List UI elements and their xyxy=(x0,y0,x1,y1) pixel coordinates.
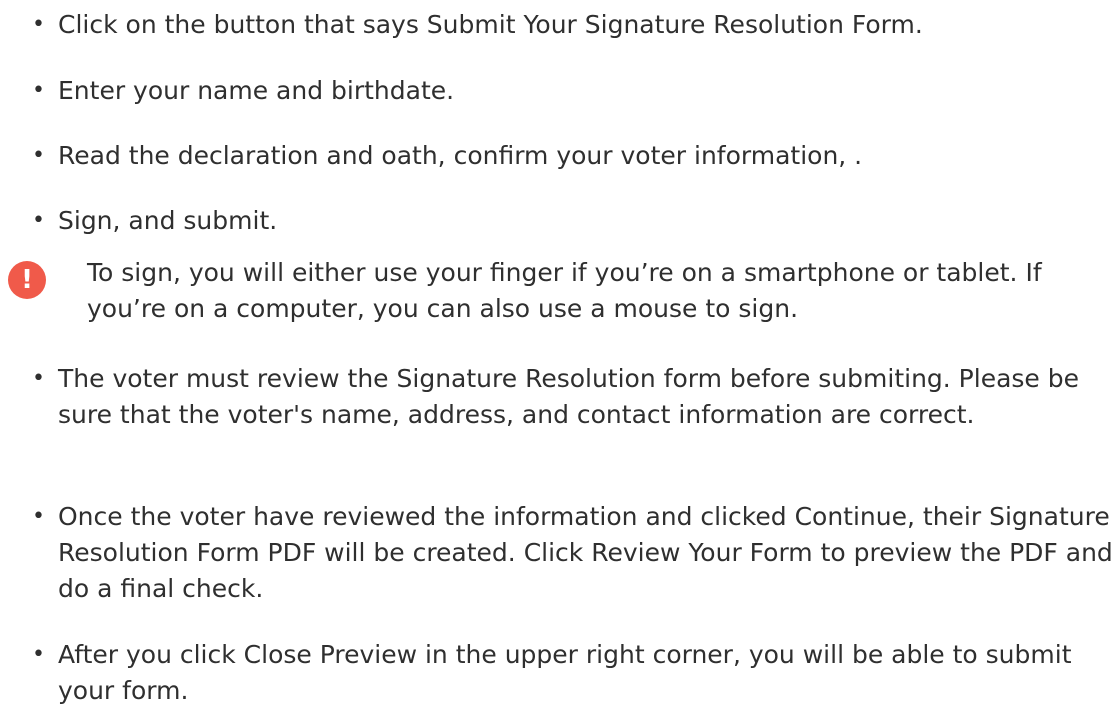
bullet-icon: • xyxy=(32,642,45,667)
step-text: Once the voter have reviewed the informa… xyxy=(58,502,1113,603)
bullet-icon: • xyxy=(32,12,45,37)
bullet-icon: • xyxy=(32,78,45,103)
step-text: After you click Close Preview in the upp… xyxy=(58,640,1072,705)
important-note: ! To sign, you will either use your fing… xyxy=(0,255,1119,335)
exclamation-icon: ! xyxy=(8,261,46,299)
exclamation-glyph: ! xyxy=(21,265,33,295)
bullet-icon: • xyxy=(32,504,45,529)
bullet-icon: • xyxy=(32,208,45,233)
step-text: Read the declaration and oath, confirm y… xyxy=(58,141,863,170)
step-text: Sign, and submit. xyxy=(58,206,278,235)
bullet-icon: • xyxy=(32,366,45,391)
bullet-icon: • xyxy=(32,143,45,168)
step-text: Click on the button that says Submit You… xyxy=(58,10,923,39)
instructions-content: • Click on the button that says Submit Y… xyxy=(0,0,1119,708)
step-text: Enter your name and birthdate. xyxy=(58,76,455,105)
note-text: To sign, you will either use your finger… xyxy=(87,258,1042,323)
step-text: The voter must review the Signature Reso… xyxy=(58,364,1079,429)
